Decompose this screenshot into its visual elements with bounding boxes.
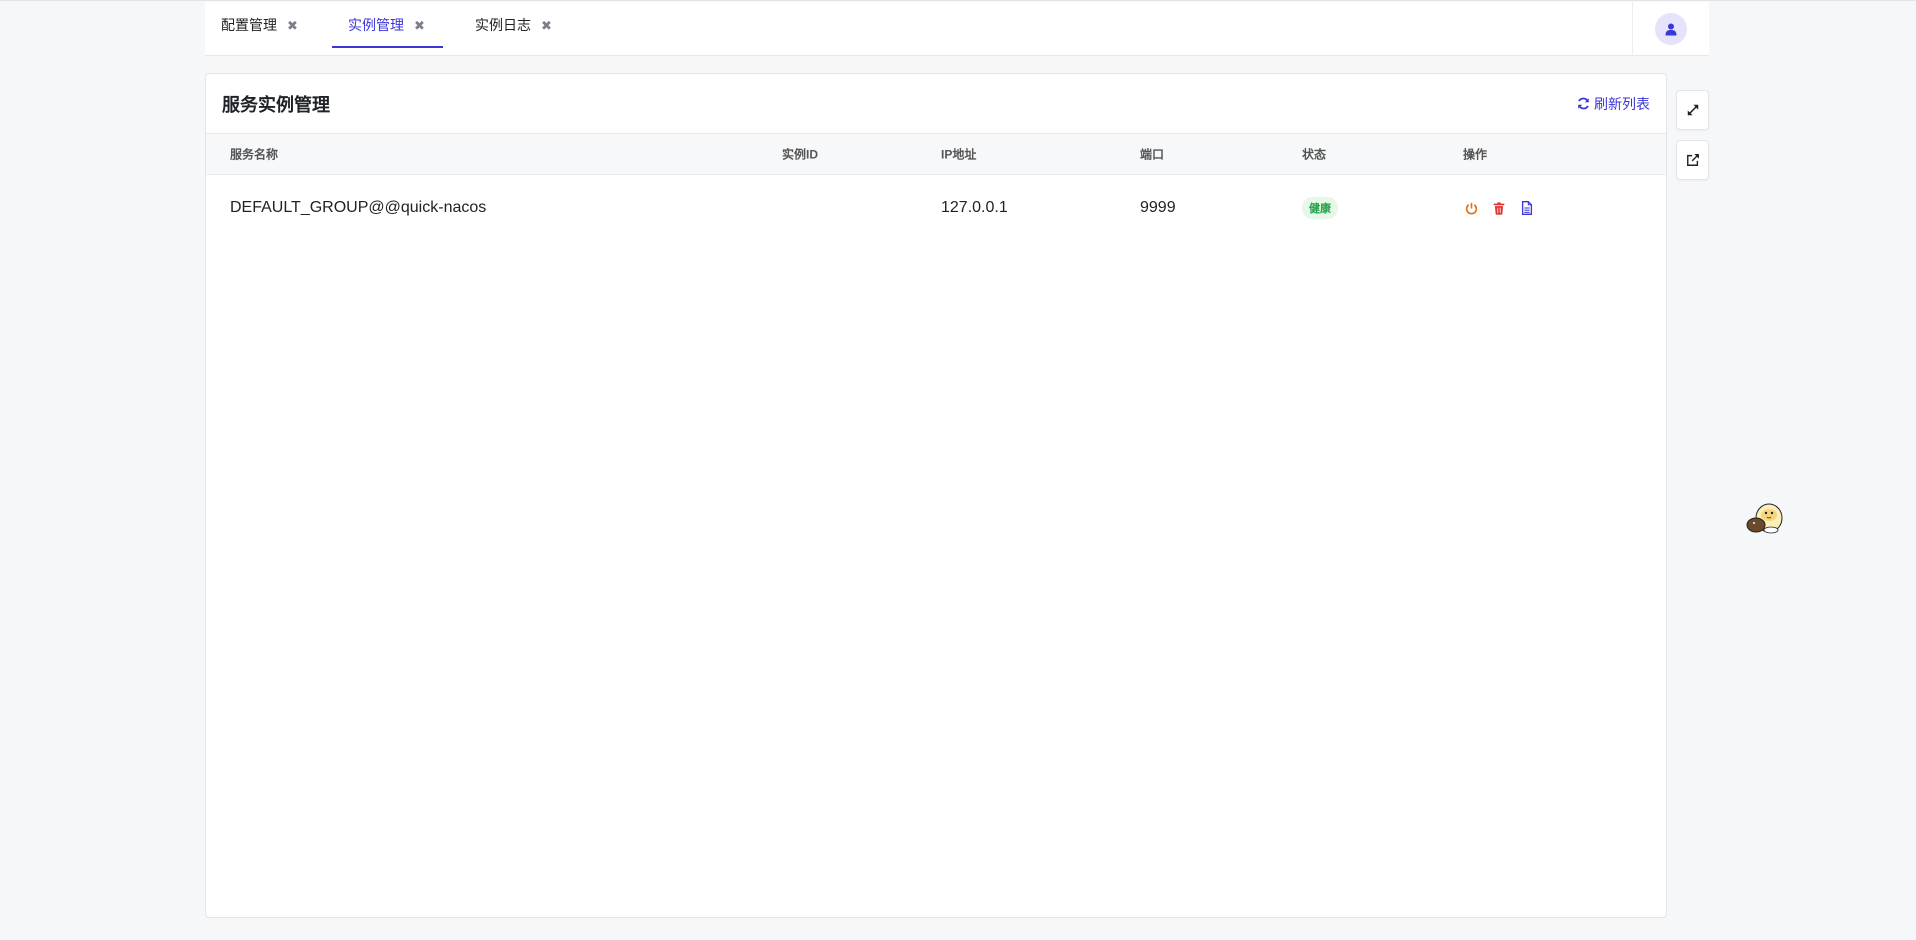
column-header-instance-id[interactable]: 实例ID: [782, 146, 818, 163]
table-header: 服务名称 实例ID IP地址 端口 状态 操作: [206, 134, 1666, 175]
view-log-button[interactable]: [1519, 200, 1535, 216]
close-icon[interactable]: ✖: [541, 19, 552, 32]
tab-instance-logs[interactable]: 实例日志 ✖: [475, 2, 552, 48]
mascot-icon[interactable]: [1745, 496, 1785, 536]
cell-service-name: DEFAULT_GROUP@@quick-nacos: [230, 199, 487, 216]
expand-button[interactable]: [1676, 90, 1709, 130]
tab-config-management[interactable]: 配置管理 ✖: [221, 2, 298, 48]
tab-bar: 配置管理 ✖ 实例管理 ✖ 实例日志 ✖: [205, 2, 1709, 56]
cell-ip: 127.0.0.1: [941, 199, 1008, 216]
trash-icon: [1493, 201, 1505, 215]
table-row: DEFAULT_GROUP@@quick-nacos 127.0.0.1 999…: [206, 175, 1666, 241]
tab-label: 实例管理: [348, 17, 404, 33]
refresh-label: 刷新列表: [1594, 95, 1650, 112]
tab-instance-management[interactable]: 实例管理 ✖: [332, 2, 443, 48]
column-header-status[interactable]: 状态: [1302, 146, 1326, 163]
instance-panel: 服务实例管理 刷新列表 服务名称 实例ID IP地址 端口 状态 操作 DEFA…: [205, 73, 1667, 918]
expand-icon: [1687, 104, 1698, 116]
refresh-icon: [1578, 97, 1589, 110]
panel-header: 服务实例管理 刷新列表: [206, 74, 1666, 134]
close-icon[interactable]: ✖: [414, 19, 425, 32]
power-icon: [1465, 202, 1477, 214]
column-header-port[interactable]: 端口: [1140, 146, 1164, 163]
top-divider: [0, 0, 1916, 1]
avatar[interactable]: [1655, 13, 1687, 45]
refresh-list-button[interactable]: 刷新列表: [1577, 94, 1650, 114]
tab-label: 配置管理: [221, 17, 277, 33]
column-header-actions: 操作: [1463, 147, 1488, 162]
page-title: 服务实例管理: [222, 94, 330, 115]
open-external-button[interactable]: [1676, 140, 1709, 180]
close-icon[interactable]: ✖: [287, 19, 298, 32]
document-icon: [1521, 201, 1533, 215]
tab-label: 实例日志: [475, 17, 531, 33]
user-area: [1632, 2, 1709, 56]
cell-actions: [1463, 200, 1535, 216]
power-button[interactable]: [1463, 200, 1479, 216]
column-header-service-name[interactable]: 服务名称: [230, 146, 278, 163]
cell-port: 9999: [1140, 199, 1176, 216]
cell-status: 健康: [1302, 197, 1338, 219]
delete-button[interactable]: [1491, 200, 1507, 216]
status-badge: 健康: [1302, 197, 1338, 219]
user-icon: [1665, 23, 1677, 35]
column-header-ip[interactable]: IP地址: [941, 146, 976, 163]
external-link-icon: [1686, 154, 1699, 166]
